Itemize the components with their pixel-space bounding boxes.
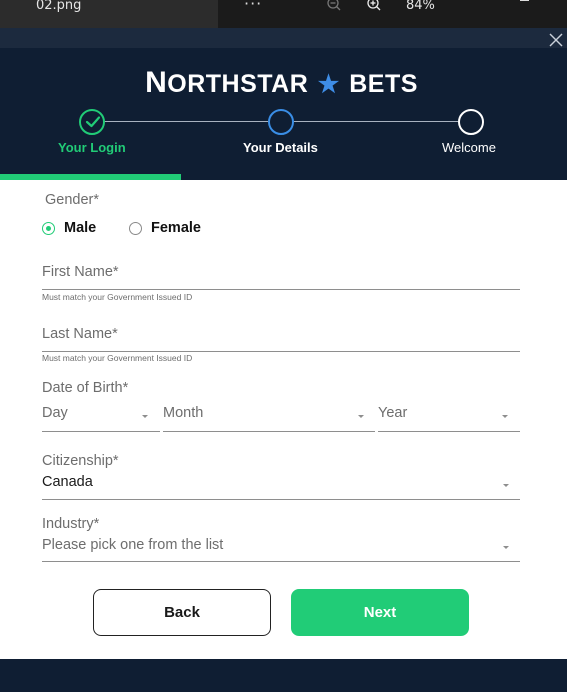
gender-label: Gender* [45,192,100,208]
citizenship-underline [42,499,520,500]
chevron-down-icon [503,484,509,487]
step-label-welcome: Welcome [442,140,496,155]
star-icon: ★ [317,71,340,98]
industry-placeholder: Please pick one from the list [42,537,224,553]
dob-day-select[interactable]: Day [42,405,160,432]
gender-female-label[interactable]: Female [151,220,201,236]
dob-month-select[interactable]: Month [163,405,375,432]
viewer-file-tab[interactable]: 02.png [0,0,218,28]
zoom-in-icon[interactable] [366,0,382,17]
back-button[interactable]: Back [93,589,271,636]
gender-male-radio[interactable] [42,222,55,235]
viewer-filename: 02.png [36,0,82,13]
modal-top-band [0,28,567,48]
industry-label: Industry* [42,516,100,532]
citizenship-label: Citizenship* [42,453,119,469]
chevron-down-icon [358,415,364,418]
citizenship-value: Canada [42,474,93,490]
stepper-connector [294,121,458,122]
last-name-field[interactable]: Last Name* [42,326,118,342]
first-name-helper: Must match your Government Issued ID [42,292,193,302]
viewer-toolbar: 02.png ··· 84% [0,0,567,28]
step-details-indicator [268,109,294,135]
dob-label: Date of Birth* [42,380,129,396]
step-label-login: Your Login [58,140,126,155]
chevron-down-icon [142,415,148,418]
first-name-underline [42,289,520,290]
citizenship-select[interactable] [42,470,520,500]
check-icon [85,116,101,128]
industry-underline [42,561,520,562]
stepper-connector [104,121,268,122]
close-icon[interactable] [549,33,563,47]
gender-male-label[interactable]: Male [64,220,96,236]
last-name-underline [42,351,520,352]
step-login-indicator [79,109,105,135]
step-label-details: Your Details [243,140,318,155]
chevron-down-icon [503,546,509,549]
gender-female-radio[interactable] [129,222,142,235]
modal-footer [0,659,567,692]
chevron-down-icon [502,415,508,418]
northstar-bets-logo: NORTHSTAR ★ BETS [145,66,418,99]
minimize-icon[interactable] [520,0,529,1]
last-name-helper: Must match your Government Issued ID [42,353,193,363]
more-options-icon[interactable]: ··· [244,0,262,13]
radio-selected-dot [46,226,51,231]
zoom-out-icon[interactable] [326,0,342,17]
step-welcome-indicator [458,109,484,135]
zoom-level: 84% [406,0,435,13]
first-name-field[interactable]: First Name* [42,264,119,280]
next-button[interactable]: Next [291,589,469,636]
dob-year-select[interactable]: Year [378,405,520,432]
